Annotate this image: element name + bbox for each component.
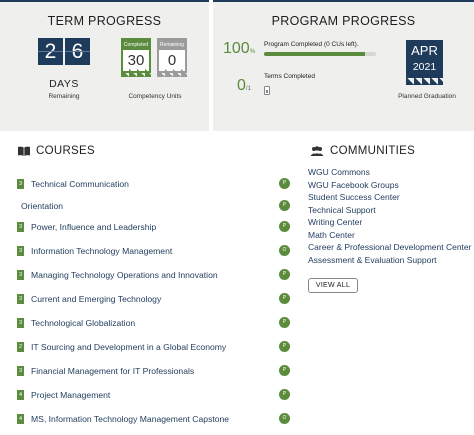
course-cu-badge: 4 [17,390,24,400]
terms-completed-count: 0/1 [237,77,251,95]
course-status-badge: O [279,413,290,424]
course-status-badge: P [279,221,290,232]
communities-heading-label: COMMUNITIES [330,145,416,157]
program-progress-fill [264,52,365,56]
course-name-link[interactable]: Managing Technology Operations and Innov… [31,270,218,280]
days-remaining-label: Remaining [48,93,80,100]
course-row[interactable]: Orientation P [17,199,292,213]
course-name-link[interactable]: Orientation [21,201,63,211]
course-cu-badge: 3 [17,246,24,256]
course-row[interactable]: 3 Current and Emerging Technology P [17,292,292,306]
course-row[interactable]: 4 Project Management P [17,388,292,402]
course-cu-badge: 4 [17,414,24,424]
community-link[interactable]: Writing Center [308,217,362,227]
course-status-badge: P [279,365,290,376]
course-name-link[interactable]: Project Management [31,390,110,400]
course-row[interactable]: 3 Technological Globalization P [17,316,292,330]
course-cu-badge: 2 [17,342,24,352]
remaining-cu-value: 0 [167,52,177,69]
percent-unit: % [249,49,256,55]
view-all-button[interactable]: VIEW ALL [308,278,358,293]
terms-denominator: /1 [245,86,251,92]
course-status-badge: O [279,245,290,256]
graduation-year: 2021 [412,61,437,73]
course-row[interactable]: 2 IT Sourcing and Development in a Global… [17,340,292,354]
graduation-date-badge: APR 2021 [406,40,443,85]
program-progress-bar [264,52,376,56]
course-status-badge: P [279,178,290,189]
course-row[interactable]: 3 Technical Communication P [17,177,292,191]
completed-cu-value: 30 [127,52,145,69]
course-cu-badge: 3 [17,222,24,232]
book-icon [18,146,30,156]
course-name-link[interactable]: Technological Globalization [31,318,135,328]
course-status-badge: P [279,200,290,211]
completed-cu-card: Completed 30 [121,38,151,77]
program-percent: 100% [223,40,255,58]
course-row[interactable]: 4 MS, Information Technology Management C… [17,412,292,426]
days-digit-1: 2 [38,38,63,65]
community-link[interactable]: WGU Commons [308,167,370,177]
community-link[interactable]: Math Center [308,230,355,240]
graduation-month: APR [411,43,438,58]
course-name-link[interactable]: IT Sourcing and Development in a Global … [31,342,226,352]
course-row[interactable]: 3 Power, Influence and Leadership P [17,220,292,234]
program-percent-value: 100 [223,40,250,57]
course-cu-badge: 3 [17,179,24,189]
communities-heading: COMMUNITIES [310,145,415,157]
community-link[interactable]: Technical Support [308,205,376,215]
days-label: DAYS [49,78,79,90]
course-cu-badge: 3 [17,294,24,304]
course-name-link[interactable]: Power, Influence and Leadership [31,222,156,232]
course-name-link[interactable]: MS, Information Technology Management Ca… [31,414,229,424]
course-status-badge: P [279,341,290,352]
course-name-link[interactable]: Information Technology Management [31,246,172,256]
course-status-badge: P [279,269,290,280]
course-name-link[interactable]: Technical Communication [31,179,129,189]
course-status-badge: P [279,389,290,400]
competency-units-label: Competency Units [128,93,182,100]
program-progress-title: PROGRAM PROGRESS [271,14,416,28]
remaining-tag: Remaining [159,40,185,50]
remaining-cu-card: Remaining 0 [157,38,187,77]
course-row[interactable]: 3 Information Technology Management O [17,244,292,258]
community-link[interactable]: WGU Facebook Groups [308,180,399,190]
course-cu-badge: 3 [17,318,24,328]
course-name-link[interactable]: Current and Emerging Technology [31,294,161,304]
course-status-badge: P [279,293,290,304]
course-status-badge: P [279,317,290,328]
community-link[interactable]: Assessment & Evaluation Support [308,255,437,265]
program-completed-text: Program Completed (0 CUs left). [264,41,359,48]
terms-completed-value: 0 [237,77,246,94]
completed-tag: Completed [123,40,149,50]
course-row[interactable]: 3 Financial Management for IT Professiona… [17,364,292,378]
term-progress-title: TERM PROGRESS [47,14,162,28]
battery-icon [264,86,270,95]
courses-heading: COURSES [18,145,95,157]
course-cu-badge: 3 [17,270,24,280]
people-icon [310,146,324,156]
course-name-link[interactable]: Financial Management for IT Professional… [31,366,194,376]
course-row[interactable]: 3 Managing Technology Operations and Inno… [17,268,292,282]
course-cu-badge: 3 [17,366,24,376]
days-digit-2: 6 [65,38,90,65]
community-link[interactable]: Career & Professional Development Center [308,242,471,252]
community-link[interactable]: Student Success Center [308,192,400,202]
courses-heading-label: COURSES [36,145,95,157]
terms-completed-text: Terms Completed [264,73,315,80]
planned-graduation-label: Planned Graduation [398,93,456,100]
